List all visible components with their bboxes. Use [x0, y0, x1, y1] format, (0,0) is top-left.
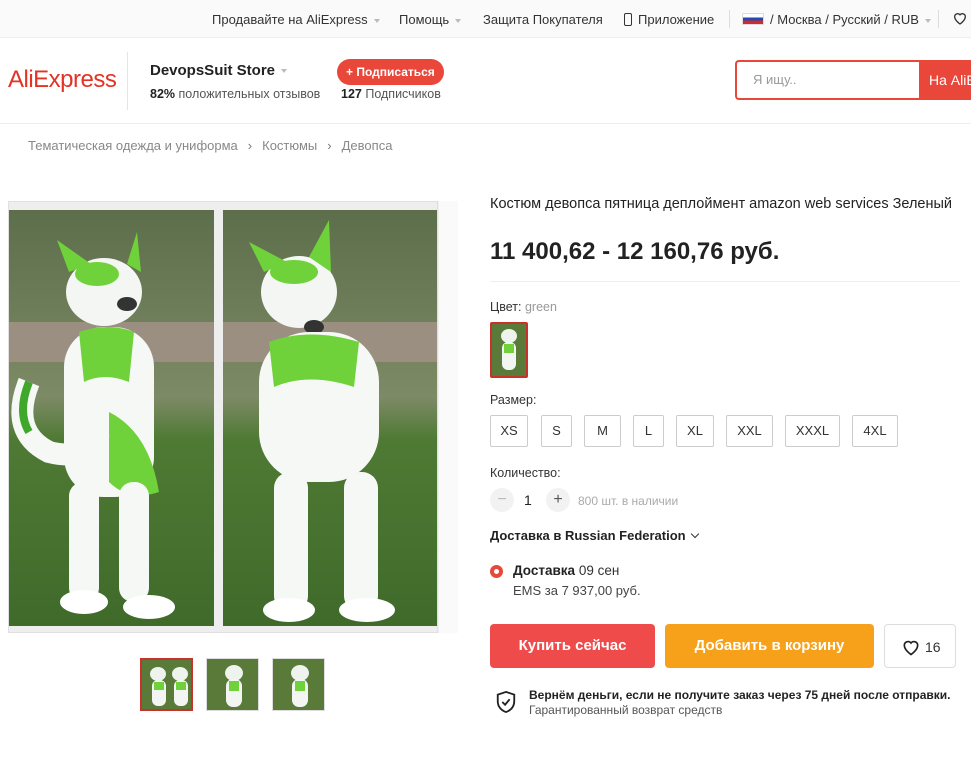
- store-header: AliExpress DevopsSuit Store 82% положите…: [0, 38, 971, 124]
- thumbnail[interactable]: [272, 658, 325, 711]
- delivery-date: Доставка 09 сен: [513, 563, 619, 578]
- color-swatch-green[interactable]: [490, 322, 528, 378]
- chevron-down-icon: [924, 18, 931, 23]
- buy-now-button[interactable]: Купить сейчас: [490, 624, 655, 668]
- app-label: Приложение: [638, 12, 715, 27]
- quantity-label: Количество:: [490, 466, 561, 480]
- divider: [127, 52, 128, 110]
- size-option[interactable]: XXXL: [785, 415, 840, 447]
- locale-selector[interactable]: / Москва / Русский / RUB: [742, 12, 931, 27]
- help-link[interactable]: Помощь: [399, 12, 462, 27]
- quantity-decrease-button[interactable]: −: [490, 488, 514, 512]
- aliexpress-logo[interactable]: AliExpress: [8, 66, 117, 94]
- breadcrumb-item[interactable]: Костюмы: [262, 138, 317, 153]
- size-option[interactable]: L: [633, 415, 664, 447]
- russia-flag-icon: [742, 13, 764, 25]
- divider: [490, 281, 960, 282]
- wishlist-count: 16: [925, 639, 941, 655]
- size-option[interactable]: S: [541, 415, 572, 447]
- stock-availability: 800 шт. в наличии: [578, 494, 679, 508]
- breadcrumb-item[interactable]: Девопса: [342, 138, 393, 153]
- delivery-destination-selector[interactable]: Доставка в Russian Federation: [490, 528, 699, 543]
- product-price: 11 400,62 - 12 160,76 руб.: [490, 238, 780, 265]
- size-option[interactable]: XL: [676, 415, 714, 447]
- breadcrumb-item[interactable]: Тематическая одежда и униформа: [28, 138, 238, 153]
- chevron-right-icon: ›: [327, 138, 332, 153]
- store-subscribers: 127 Подписчиков: [341, 87, 441, 101]
- heart-icon: [903, 640, 919, 656]
- search-input[interactable]: Я ищу..: [735, 60, 919, 100]
- size-option[interactable]: XXL: [726, 415, 773, 447]
- quantity-value[interactable]: 1: [524, 492, 532, 508]
- divider: [938, 10, 939, 28]
- phone-icon: [624, 13, 632, 26]
- wishlist-button[interactable]: 16: [884, 624, 956, 668]
- chevron-down-icon: [690, 529, 699, 539]
- buyer-protection-link[interactable]: Защита Покупателя: [483, 12, 603, 27]
- color-label: Цвет: green: [490, 300, 557, 314]
- delivery-option-radio[interactable]: [490, 565, 503, 578]
- sell-label: Продавайте на AliExpress: [212, 12, 368, 27]
- product-title: Костюм девопса пятница деплоймент amazon…: [490, 196, 953, 212]
- divider: [729, 10, 730, 28]
- subscribers-count: 127: [341, 87, 362, 101]
- delivery-destination: Доставка в Russian Federation: [490, 528, 686, 543]
- shield-check-icon: [495, 690, 517, 719]
- chevron-down-icon: [373, 18, 380, 23]
- guarantee-title: Вернём деньги, если не получите заказ че…: [529, 688, 951, 702]
- delivery-label: Доставка: [513, 563, 576, 578]
- breadcrumb: Тематическая одежда и униформа › Костюмы › Д…: [28, 138, 392, 153]
- store-rating: 82% положительных отзывов: [150, 87, 320, 101]
- add-to-cart-button[interactable]: Добавить в корзину: [665, 624, 874, 668]
- top-bar: Продавайте на AliExpress Помощь Защита П…: [0, 0, 971, 38]
- product-main-image[interactable]: [8, 201, 438, 633]
- locale-label: / Москва / Русский / RUB: [770, 12, 919, 27]
- size-option[interactable]: XS: [490, 415, 528, 447]
- subscribers-text: Подписчиков: [365, 87, 441, 101]
- chevron-down-icon: [455, 18, 462, 23]
- store-name-link[interactable]: DevopsSuit Store: [150, 62, 288, 79]
- chevron-right-icon: ›: [247, 138, 253, 153]
- image-edge: [438, 201, 458, 633]
- guarantee-subtitle: Гарантированный возврат средств: [529, 703, 723, 717]
- rating-text: положительных отзывов: [178, 87, 321, 101]
- delivery-date-value: 09 сен: [578, 563, 620, 578]
- color-label-text: Цвет:: [490, 300, 522, 314]
- color-value: green: [524, 300, 557, 314]
- delivery-method: EMS за 7 937,00 руб.: [513, 583, 641, 598]
- sell-on-aliexpress-link[interactable]: Продавайте на AliExpress: [212, 12, 380, 27]
- search-button[interactable]: На AliExpress: [919, 60, 971, 100]
- thumbnail[interactable]: [140, 658, 193, 711]
- thumbnail[interactable]: [206, 658, 259, 711]
- chevron-down-icon: [281, 69, 288, 74]
- size-option[interactable]: 4XL: [852, 415, 898, 447]
- quantity-increase-button[interactable]: +: [546, 488, 570, 512]
- rating-percent: 82%: [150, 87, 176, 101]
- size-option[interactable]: M: [584, 415, 621, 447]
- subscribe-button[interactable]: + Подписаться: [337, 59, 444, 85]
- wishlist-icon[interactable]: [952, 10, 968, 29]
- size-label: Размер:: [490, 393, 537, 407]
- store-name: DevopsSuit Store: [150, 62, 276, 79]
- help-label: Помощь: [399, 12, 450, 27]
- app-link[interactable]: Приложение: [624, 12, 714, 27]
